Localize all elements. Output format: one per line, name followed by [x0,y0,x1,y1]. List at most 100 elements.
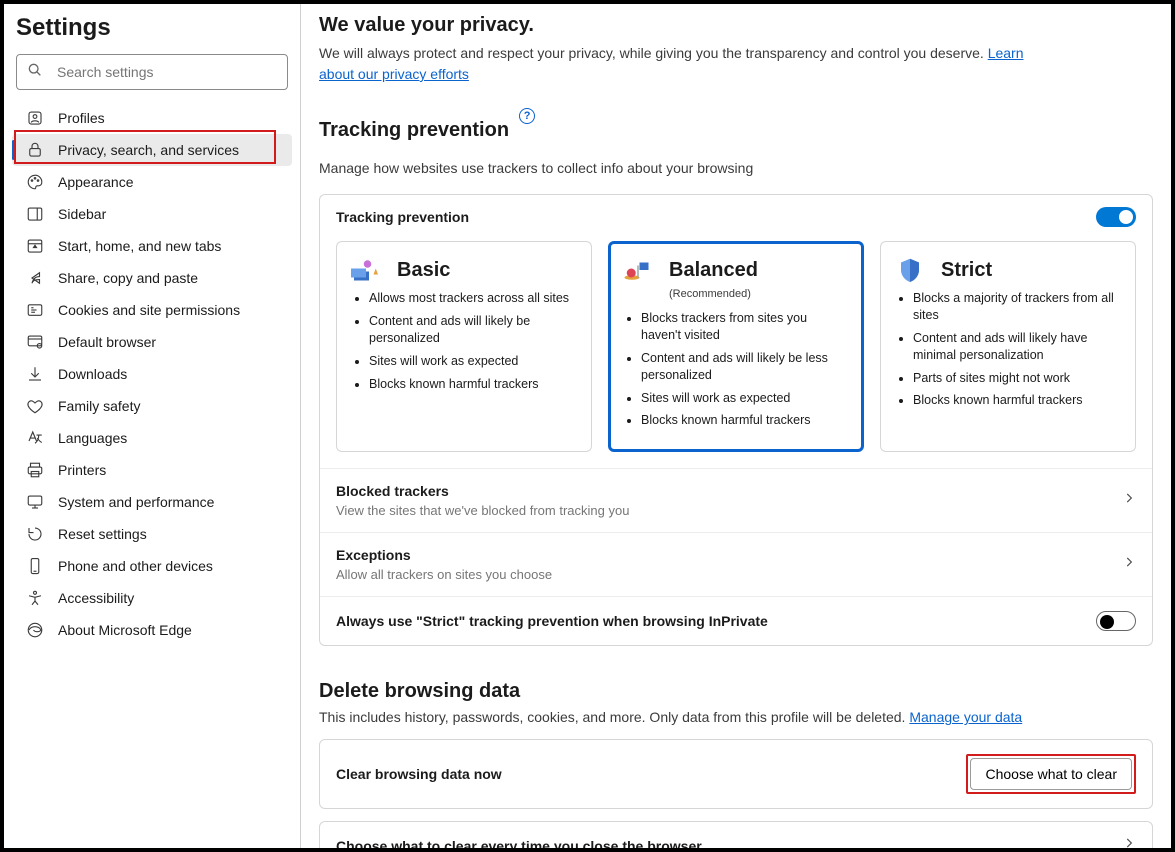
sidebar-item-system-and-performance[interactable]: System and performance [12,486,292,518]
sidebar-item-cookies-and-site-permissions[interactable]: Cookies and site permissions [12,294,292,326]
sidebar-item-label: About Microsoft Edge [58,622,192,638]
search-icon [27,62,55,83]
search-input[interactable] [55,63,277,81]
sidebar-item-appearance[interactable]: Appearance [12,166,292,198]
tracking-master-toggle[interactable] [1096,207,1136,227]
strict-inprivate-toggle[interactable] [1096,611,1136,631]
basic-bullets: Allows most trackers across all sitesCon… [351,290,577,392]
clear-on-close-title: Choose what to clear every time you clos… [336,838,702,848]
downloads-icon [26,365,44,383]
share-icon [26,269,44,287]
delete-data-desc: This includes history, passwords, cookie… [319,709,1153,725]
search-settings[interactable] [16,54,288,90]
phone-icon [26,557,44,575]
strict-bullets: Blocks a majority of trackers from all s… [895,290,1121,409]
sidebar-item-about-microsoft-edge[interactable]: About Microsoft Edge [12,614,292,646]
bullet: Sites will work as expected [641,390,849,407]
privacy-heading: We value your privacy. [319,14,1153,37]
profile-icon [26,109,44,127]
sidebar-item-label: Cookies and site permissions [58,302,240,318]
page-title: Settings [12,12,292,50]
tracking-card: Tracking prevention Basic Allows most tr… [319,194,1153,646]
clear-on-close-box[interactable]: Choose what to clear every time you clos… [319,821,1153,848]
sidebar-item-downloads[interactable]: Downloads [12,358,292,390]
clear-now-title: Clear browsing data now [336,766,502,782]
sidebar-item-label: Start, home, and new tabs [58,238,221,254]
delete-data-desc-text: This includes history, passwords, cookie… [319,709,909,725]
bullet: Content and ads will likely be personali… [369,313,577,347]
blocked-trackers-title: Blocked trackers [336,483,629,499]
sidebar-item-sidebar[interactable]: Sidebar [12,198,292,230]
strict-inprivate-title: Always use "Strict" tracking prevention … [336,613,768,629]
reset-icon [26,525,44,543]
sidebar-item-label: Appearance [58,174,134,190]
sidebar-item-label: Printers [58,462,106,478]
sidebar-item-family-safety[interactable]: Family safety [12,390,292,422]
balanced-subtitle: (Recommended) [669,288,849,300]
edge-icon [26,621,44,639]
bullet: Blocks known harmful trackers [913,392,1121,409]
sidebar-item-phone-and-other-devices[interactable]: Phone and other devices [12,550,292,582]
start-icon [26,237,44,255]
choose-what-to-clear-button[interactable]: Choose what to clear [970,758,1132,790]
chevron-right-icon [1122,555,1136,574]
sidebar-item-default-browser[interactable]: Default browser [12,326,292,358]
bullet: Blocks known harmful trackers [641,412,849,429]
bullet: Sites will work as expected [369,353,577,370]
main-content[interactable]: We value your privacy. We will always pr… [301,4,1171,848]
system-icon [26,493,44,511]
chevron-right-icon [1122,836,1136,848]
printers-icon [26,461,44,479]
appearance-icon [26,173,44,191]
cookies-icon [26,301,44,319]
tracking-heading: Tracking prevention [319,119,509,142]
sidebar-item-label: Sidebar [58,206,106,222]
balanced-title: Balanced [669,259,758,282]
privacy-desc: We will always protect and respect your … [319,43,1039,85]
basic-icon [351,256,381,284]
bullet: Blocks trackers from sites you haven't v… [641,310,849,344]
exceptions-title: Exceptions [336,547,552,563]
exceptions-row[interactable]: Exceptions Allow all trackers on sites y… [320,532,1152,596]
exceptions-sub: Allow all trackers on sites you choose [336,567,552,582]
sidebar-item-label: Profiles [58,110,105,126]
default-browser-icon [26,333,44,351]
highlight-box-button: Choose what to clear [966,754,1136,794]
balanced-bullets: Blocks trackers from sites you haven't v… [623,310,849,429]
settings-window: Settings Profiles Privacy, search, and se… [0,0,1175,852]
sidebar-item-privacy-search-and-services[interactable]: Privacy, search, and services [12,134,292,166]
sidebar-item-share-copy-and-paste[interactable]: Share, copy and paste [12,262,292,294]
sidebar-item-label: Reset settings [58,526,147,542]
privacy-icon [26,141,44,159]
sidebar-item-reset-settings[interactable]: Reset settings [12,518,292,550]
tracking-toggle-label: Tracking prevention [336,209,469,225]
sidebar-item-label: Privacy, search, and services [58,142,239,158]
tracking-level-strict[interactable]: Strict Blocks a majority of trackers fro… [880,241,1136,452]
strict-inprivate-row: Always use "Strict" tracking prevention … [320,596,1152,645]
sidebar-item-printers[interactable]: Printers [12,454,292,486]
sidebar-item-languages[interactable]: Languages [12,422,292,454]
accessibility-icon [26,589,44,607]
languages-icon [26,429,44,447]
sidebar-item-accessibility[interactable]: Accessibility [12,582,292,614]
blocked-trackers-row[interactable]: Blocked trackers View the sites that we'… [320,468,1152,532]
sidebar-nav: Profiles Privacy, search, and services App… [12,102,292,646]
sidebar-item-profiles[interactable]: Profiles [12,102,292,134]
sidebar-item-start-home-and-new-tabs[interactable]: Start, home, and new tabs [12,230,292,262]
sidebar-icon [26,205,44,223]
sidebar-item-label: Phone and other devices [58,558,213,574]
sidebar-item-label: Accessibility [58,590,134,606]
family-icon [26,397,44,415]
tracking-level-basic[interactable]: Basic Allows most trackers across all si… [336,241,592,452]
tracking-level-balanced[interactable]: Balanced (Recommended) Blocks trackers f… [608,241,864,452]
bullet: Parts of sites might not work [913,370,1121,387]
sidebar-item-label: Default browser [58,334,156,350]
sidebar-item-label: Family safety [58,398,140,414]
sidebar: Settings Profiles Privacy, search, and se… [4,4,301,848]
privacy-desc-text: We will always protect and respect your … [319,45,988,61]
info-icon[interactable]: ? [519,108,535,124]
manage-data-link[interactable]: Manage your data [909,709,1022,725]
bullet: Blocks known harmful trackers [369,376,577,393]
delete-data-heading: Delete browsing data [319,680,1153,703]
basic-title: Basic [397,259,450,282]
